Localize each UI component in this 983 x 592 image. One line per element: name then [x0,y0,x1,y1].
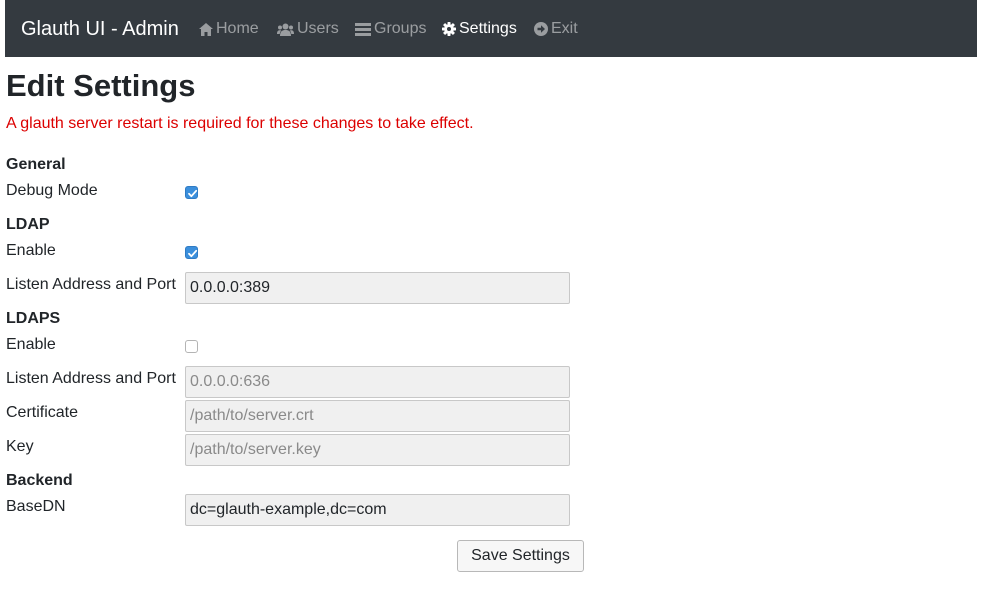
checkmark-icon [188,249,198,258]
nav-settings-label: Settings [459,20,517,37]
basedn-input[interactable]: dc=glauth-example,dc=com [185,494,570,526]
ldap-listen-input[interactable]: 0.0.0.0:389 [185,272,570,304]
home-icon [199,22,213,36]
ldap-enable-checkbox[interactable] [185,246,198,259]
debug-mode-checkbox[interactable] [185,186,198,199]
section-general-heading: General [6,156,66,173]
save-settings-button[interactable]: Save Settings [457,540,584,572]
ldaps-listen-label: Listen Address and Port [6,370,176,387]
ldaps-enable-checkbox[interactable] [185,340,198,353]
ldaps-enable-label: Enable [6,336,56,353]
section-backend-heading: Backend [6,472,73,489]
top-navbar: Glauth UI - Admin Home Users Groups Sett… [5,0,977,57]
section-ldap-heading: LDAP [6,216,50,233]
app-brand[interactable]: Glauth UI - Admin [21,17,179,41]
certificate-input[interactable]: /path/to/server.crt [185,400,570,432]
nav-users[interactable]: Users [277,19,339,39]
ldap-listen-label: Listen Address and Port [6,276,176,293]
ldaps-listen-input[interactable]: 0.0.0.0:636 [185,366,570,398]
section-ldaps-heading: LDAPS [6,310,61,327]
restart-warning: A glauth server restart is required for … [6,115,474,132]
groups-icon [355,22,371,36]
basedn-label: BaseDN [6,498,66,515]
nav-exit[interactable]: Exit [534,19,578,39]
key-label: Key [6,438,34,455]
certificate-label: Certificate [6,404,79,421]
nav-home-label: Home [216,20,259,37]
gear-icon [442,22,456,36]
ldap-enable-label: Enable [6,242,56,259]
users-icon [277,23,294,36]
page-title: Edit Settings [6,68,196,103]
debug-mode-label: Debug Mode [6,182,98,199]
key-input[interactable]: /path/to/server.key [185,434,570,466]
nav-home[interactable]: Home [199,19,259,39]
nav-exit-label: Exit [551,20,578,37]
nav-settings[interactable]: Settings [442,19,517,39]
nav-groups-label: Groups [374,20,427,37]
checkmark-icon [188,189,198,198]
exit-icon [534,22,548,36]
nav-groups[interactable]: Groups [355,19,426,39]
nav-users-label: Users [297,20,339,37]
